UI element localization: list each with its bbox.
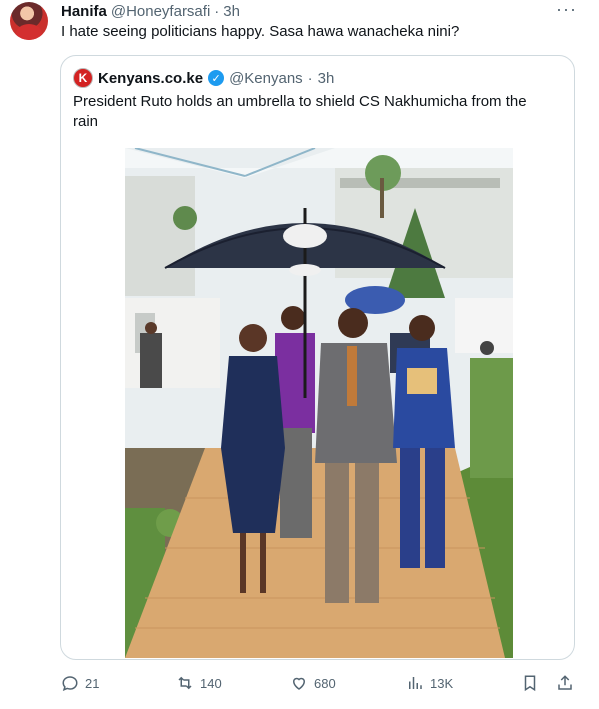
share-button[interactable] bbox=[556, 668, 574, 698]
repost-icon bbox=[178, 676, 192, 690]
separator-dot: · bbox=[214, 2, 220, 20]
views-button[interactable]: 13K bbox=[406, 668, 453, 698]
action-bar: 21 140 680 13K bbox=[0, 668, 599, 698]
reply-icon bbox=[62, 676, 78, 692]
tweet-header: Hanifa @Honeyfarsafi · 3h bbox=[61, 2, 240, 20]
more-horizontal-icon[interactable]: ··· bbox=[556, 0, 577, 18]
kenyans-logo: K bbox=[73, 68, 93, 88]
quote-separator-dot: · bbox=[307, 69, 313, 87]
reply-count: 21 bbox=[85, 675, 100, 691]
tweet-text: I hate seeing politicians happy. Sasa ha… bbox=[61, 23, 460, 40]
news-photo[interactable] bbox=[125, 148, 513, 658]
avatar[interactable] bbox=[10, 2, 48, 40]
quote-text: President Ruto holds an umbrella to shie… bbox=[73, 93, 527, 130]
display-name[interactable]: Hanifa bbox=[61, 3, 107, 20]
timestamp[interactable]: 3h bbox=[223, 3, 240, 20]
reply-button[interactable]: 21 bbox=[61, 668, 99, 698]
views-count: 13K bbox=[430, 675, 454, 691]
quote-display-name[interactable]: Kenyans.co.ke bbox=[98, 70, 203, 87]
heart-icon bbox=[292, 677, 306, 690]
repost-button[interactable]: 140 bbox=[176, 668, 222, 698]
like-count: 680 bbox=[314, 675, 336, 691]
quote-header: K Kenyans.co.ke ✓ @Kenyans · 3h bbox=[73, 68, 334, 88]
quote-timestamp[interactable]: 3h bbox=[318, 70, 335, 87]
quote-handle[interactable]: @Kenyans bbox=[229, 70, 303, 87]
bookmark-button[interactable] bbox=[521, 668, 539, 698]
bookmark-icon bbox=[524, 675, 536, 692]
like-button[interactable]: 680 bbox=[290, 668, 336, 698]
share-icon bbox=[558, 675, 572, 690]
views-icon bbox=[409, 677, 422, 689]
user-handle[interactable]: @Honeyfarsafi bbox=[111, 3, 210, 20]
verified-badge-icon: ✓ bbox=[208, 70, 225, 86]
repost-count: 140 bbox=[200, 675, 222, 691]
quoted-tweet[interactable]: K Kenyans.co.ke ✓ @Kenyans · 3h Presiden… bbox=[60, 55, 575, 660]
